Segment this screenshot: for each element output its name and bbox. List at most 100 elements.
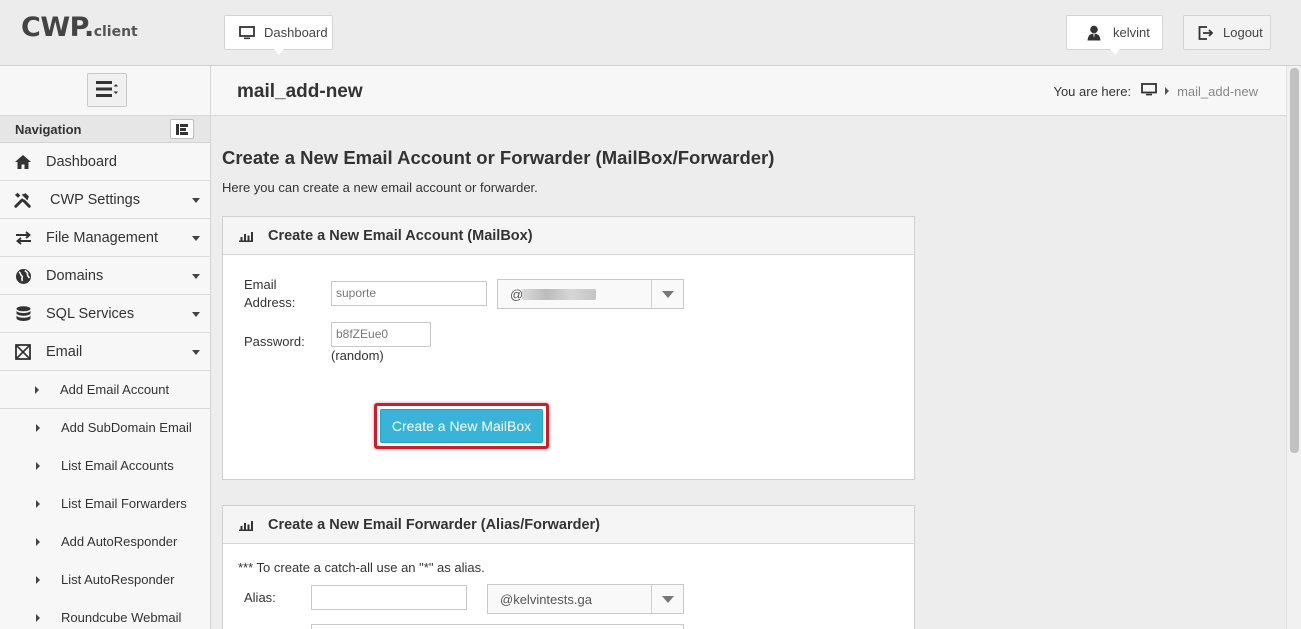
tools-icon (14, 191, 32, 209)
forwarder-panel-title: Create a New Email Forwarder (Alias/Forw… (268, 517, 600, 533)
email-label-line1: Email (244, 277, 277, 292)
globe-icon (14, 267, 32, 285)
chevron-down-icon (192, 312, 200, 317)
sidebar-item-email[interactable]: Email (0, 333, 210, 371)
email-username-input[interactable]: suporte (331, 281, 487, 306)
chevron-down-icon[interactable] (651, 585, 683, 613)
caret-right-icon (36, 424, 40, 432)
dashboard-notch (273, 49, 284, 55)
brand-dot: . (83, 12, 94, 43)
create-mailbox-button[interactable]: Create a New MailBox (380, 409, 543, 443)
monitor-icon[interactable] (1141, 83, 1157, 99)
chevron-down-icon (192, 350, 200, 355)
password-hint: (random) (331, 348, 384, 363)
sidebar-item-domains[interactable]: Domains (0, 257, 210, 295)
password-value: b8fZEue0 (336, 327, 389, 341)
sidebar-item-cwp-settings[interactable]: CWP Settings (0, 181, 210, 219)
sidebar-subitem-label: Roundcube Webmail (61, 610, 182, 625)
forwarder-panel-header: Create a New Email Forwarder (Alias/Forw… (223, 506, 914, 544)
caret-right-icon (36, 538, 40, 546)
password-label: Password: (244, 334, 305, 349)
email-label-line2: Address: (244, 295, 296, 310)
page-title: mail_add-new (237, 81, 363, 102)
forwarder-panel: Create a New Email Forwarder (Alias/Forw… (222, 505, 915, 629)
breadcrumb-current[interactable]: mail_add-new (1177, 84, 1258, 99)
page-header: mail_add-new You are here: mail_add-new (211, 66, 1286, 116)
forward-to-input[interactable] (311, 624, 684, 629)
chevron-down-icon (192, 274, 200, 279)
user-notch (1109, 49, 1120, 55)
sidebar-toggle-area (0, 66, 210, 116)
navigation-title: Navigation (15, 122, 82, 137)
sidebar-subitem-label: Add SubDomain Email (61, 420, 192, 435)
sidebar-subitem-add-subdomain-email[interactable]: Add SubDomain Email (0, 409, 210, 447)
sidebar: Navigation Dashboard CWP Settings File M… (0, 66, 211, 629)
sidebar-subitem-label: List AutoResponder (61, 572, 175, 587)
layout-toggle-icon[interactable] (170, 119, 194, 139)
content-heading: Create a New Email Account or Forwarder … (222, 147, 775, 168)
alias-input[interactable] (311, 585, 467, 610)
sidebar-subitem-label: Add AutoResponder (61, 534, 178, 549)
sidebar-subitem-label: List Email Forwarders (61, 496, 187, 511)
password-input[interactable]: b8fZEue0 (331, 322, 431, 347)
submit-highlight-box: Create a New MailBox (374, 403, 549, 449)
dashboard-button[interactable]: Dashboard (224, 15, 333, 55)
forwarder-domain-value: @kelvintests.ga (500, 592, 592, 607)
caret-right-icon (36, 500, 40, 508)
breadcrumb-prefix: You are here: (1053, 83, 1132, 99)
sidebar-toggle-button[interactable] (87, 73, 127, 107)
dashboard-button-label: Dashboard (264, 25, 328, 40)
caret-right-icon (36, 614, 40, 622)
logout-button-label: Logout (1223, 25, 1263, 40)
chevron-down-icon (192, 236, 200, 241)
home-icon (14, 153, 32, 171)
sidebar-subitem-list-email-accounts[interactable]: List Email Accounts (0, 447, 210, 485)
user-icon (1087, 25, 1101, 41)
chevron-down-icon (192, 198, 200, 203)
breadcrumb: You are here: mail_add-new (1053, 83, 1258, 99)
scrollbar-thumb[interactable] (1290, 68, 1299, 453)
chevron-down-icon[interactable] (651, 280, 683, 308)
sidebar-subitem-label: List Email Accounts (61, 458, 174, 473)
logout-icon (1198, 25, 1214, 40)
catch-all-note: *** To create a catch-all use an "*" as … (238, 560, 485, 575)
brand-sub: client (93, 24, 138, 40)
page-scrollbar[interactable] (1286, 66, 1301, 629)
logout-button[interactable]: Logout (1183, 15, 1271, 50)
sidebar-subitem-roundcube-webmail[interactable]: Roundcube Webmail (0, 599, 210, 629)
mailbox-panel-header: Create a New Email Account (MailBox) (223, 217, 914, 255)
database-icon (14, 305, 32, 323)
brand-logo[interactable]: CWP.client (21, 12, 138, 43)
bar-chart-icon (239, 519, 253, 534)
sidebar-item-file-management[interactable]: File Management (0, 219, 210, 257)
menu-toggle-icon (96, 80, 118, 100)
mailbox-domain-select[interactable]: @ (497, 279, 684, 309)
main-content: Create a New Email Account or Forwarder … (211, 117, 1286, 629)
caret-right-icon (1165, 87, 1170, 95)
brand-name: CWP (21, 12, 84, 43)
sidebar-subitem-add-email-account[interactable]: Add Email Account (0, 371, 210, 409)
email-username-value: suporte (336, 286, 377, 300)
sidebar-item-label: SQL Services (46, 306, 135, 322)
sidebar-subitem-label: Add Email Account (60, 382, 170, 397)
sidebar-item-dashboard[interactable]: Dashboard (0, 143, 210, 181)
sidebar-subitem-list-autoresponder[interactable]: List AutoResponder (0, 561, 210, 599)
sidebar-item-sql-services[interactable]: SQL Services (0, 295, 210, 333)
monitor-icon (239, 25, 255, 40)
forwarder-domain-select[interactable]: @kelvintests.ga (487, 584, 684, 614)
user-button[interactable]: kelvint (1066, 15, 1163, 55)
content-intro: Here you can create a new email account … (222, 180, 538, 195)
sidebar-item-label: Domains (46, 268, 104, 284)
mailbox-panel-title: Create a New Email Account (MailBox) (268, 228, 533, 244)
redacted-domain (522, 289, 596, 300)
sidebar-item-label: Email (46, 344, 83, 360)
caret-right-icon (35, 386, 39, 394)
email-address-label: Email Address: (244, 276, 295, 312)
sidebar-item-label: File Management (46, 230, 159, 246)
mailbox-panel: Create a New Email Account (MailBox) Ema… (222, 216, 915, 480)
sidebar-subitem-add-autoresponder[interactable]: Add AutoResponder (0, 523, 210, 561)
user-button-label: kelvint (1113, 25, 1150, 40)
alias-label: Alias: (244, 590, 276, 605)
sidebar-subitem-list-email-forwarders[interactable]: List Email Forwarders (0, 485, 210, 523)
bar-chart-icon (239, 230, 253, 245)
